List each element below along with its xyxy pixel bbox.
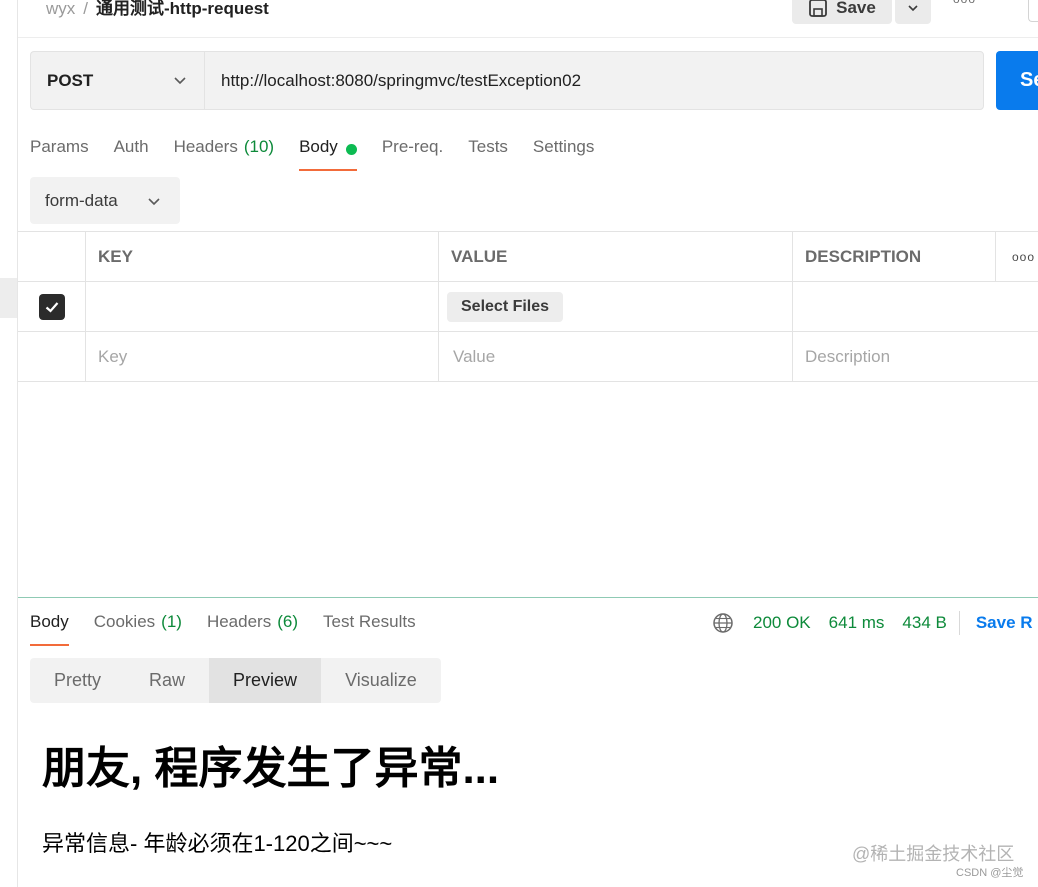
tab-test-results[interactable]: Test Results: [323, 608, 416, 646]
globe-icon[interactable]: [712, 612, 734, 634]
breadcrumb-workspace[interactable]: wyx: [46, 0, 75, 18]
chevron-down-icon: [174, 77, 186, 85]
watermark: @稀土掘金技术社区: [852, 844, 1015, 864]
preview-heading: 朋友, 程序发生了异常...: [42, 744, 500, 793]
tab-auth[interactable]: Auth: [114, 133, 149, 171]
key-cell[interactable]: [86, 282, 439, 331]
table-row: Key Value Description: [18, 332, 1038, 382]
response-meta: 200 OK 641 ms 434 B Save R: [712, 608, 1033, 638]
save-button-label: Save: [836, 0, 876, 17]
body-mode-select[interactable]: form-data: [30, 177, 180, 224]
view-mode-pretty[interactable]: Pretty: [30, 658, 125, 703]
row-enable-cell: [18, 282, 86, 331]
tab-label: Cookies: [93, 612, 156, 631]
status-code[interactable]: 200 OK: [753, 613, 811, 633]
request-header-bar: wyx / 通用测试-http-request Save ooo: [18, 0, 1038, 38]
csdn-credit: CSDN @尘觉: [956, 867, 1024, 879]
description-cell[interactable]: [793, 282, 1038, 331]
response-headers-count: (6): [277, 612, 298, 631]
tab-label: Settings: [532, 137, 595, 156]
column-header-description: DESCRIPTION: [793, 232, 996, 281]
sidebar-selection-marker: [0, 278, 17, 318]
request-tabs: Params Auth Headers (10) Body Pre-req. Te…: [30, 133, 619, 173]
form-data-table: KEY VALUE DESCRIPTION ooo Select Files K…: [18, 231, 1038, 382]
row-enabled-checkbox[interactable]: [38, 293, 65, 320]
preview-message: 异常信息- 年龄必须在1-120之间~~~: [42, 831, 393, 856]
more-actions-button[interactable]: ooo: [953, 0, 976, 6]
tab-settings[interactable]: Settings: [533, 133, 594, 171]
meta-divider: [958, 611, 960, 635]
breadcrumb-request-name[interactable]: 通用测试-http-request: [96, 0, 269, 18]
response-time[interactable]: 641 ms: [829, 613, 885, 633]
chevron-down-icon: [148, 198, 160, 206]
tab-cookies[interactable]: Cookies (1): [94, 608, 182, 646]
tab-label: Params: [30, 137, 89, 156]
view-mode-raw[interactable]: Raw: [125, 658, 209, 703]
chevron-down-icon: [908, 5, 918, 12]
breadcrumb-separator: /: [83, 0, 89, 18]
response-pane-divider[interactable]: [18, 597, 1038, 598]
tab-label: Body: [299, 137, 338, 156]
body-mode-value: form-data: [45, 190, 118, 210]
save-icon: [809, 0, 828, 17]
breadcrumb: wyx / 通用测试-http-request: [46, 0, 269, 19]
tab-label: Body: [30, 612, 69, 631]
view-mode-visualize[interactable]: Visualize: [321, 658, 441, 703]
tab-label: Headers: [206, 612, 272, 631]
view-mode-preview[interactable]: Preview: [209, 658, 322, 703]
top-right-panel-edge: [1028, 0, 1038, 22]
headers-count: (10): [243, 137, 275, 156]
tab-body[interactable]: Body: [299, 133, 357, 171]
value-cell: Select Files: [439, 282, 793, 331]
save-options-dropdown[interactable]: [895, 0, 931, 24]
tab-label: Pre-req.: [381, 137, 444, 156]
tab-label: Test Results: [323, 612, 416, 631]
tab-label: Tests: [468, 137, 508, 156]
key-input[interactable]: Key: [86, 332, 439, 381]
response-tabs: Body Cookies (1) Headers (6) Test Results: [30, 608, 441, 646]
save-button[interactable]: Save: [792, 0, 892, 24]
tab-response-headers[interactable]: Headers (6): [207, 608, 298, 646]
tab-response-body[interactable]: Body: [30, 608, 69, 646]
column-header-value: VALUE: [439, 232, 793, 281]
body-active-indicator: [345, 144, 357, 155]
check-icon: [45, 301, 58, 313]
left-sidebar-edge: [0, 0, 18, 887]
send-button[interactable]: Se: [996, 51, 1038, 110]
table-header-check: [18, 232, 86, 281]
response-size[interactable]: 434 B: [902, 613, 946, 633]
value-input[interactable]: Value: [439, 332, 793, 381]
response-view-modes: Pretty Raw Preview Visualize: [30, 658, 441, 703]
description-input[interactable]: Description: [793, 332, 1038, 381]
column-header-key: KEY: [86, 232, 439, 281]
tab-params[interactable]: Params: [30, 133, 89, 171]
tab-pre-request[interactable]: Pre-req.: [382, 133, 443, 171]
save-response-button[interactable]: Save R: [976, 613, 1033, 633]
method-value: POST: [47, 70, 94, 90]
select-files-button[interactable]: Select Files: [447, 291, 564, 322]
table-more-icon[interactable]: ooo: [996, 232, 1038, 281]
tab-label: Headers: [173, 137, 238, 156]
tab-headers[interactable]: Headers (10): [174, 133, 275, 171]
url-input[interactable]: http://localhost:8080/springmvc/testExce…: [204, 51, 984, 110]
tab-label: Auth: [113, 137, 149, 156]
cookies-count: (1): [161, 612, 182, 631]
table-header-row: KEY VALUE DESCRIPTION ooo: [18, 232, 1038, 282]
row-enable-cell: [18, 332, 86, 381]
tab-tests[interactable]: Tests: [468, 133, 508, 171]
table-row: Select Files: [18, 282, 1038, 332]
method-select[interactable]: POST: [30, 51, 204, 110]
